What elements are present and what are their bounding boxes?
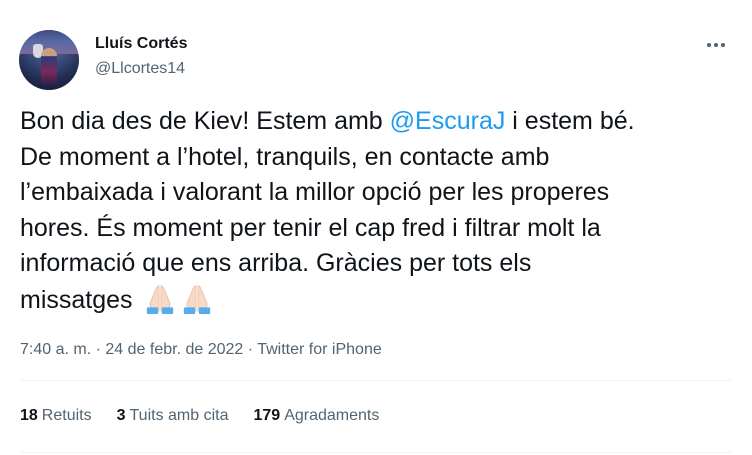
- mention-link[interactable]: @EscuraJ: [390, 107, 506, 135]
- author-name[interactable]: Lluís Cortés: [95, 35, 187, 53]
- tweet-line: hores. És moment per tenir el cap fred i…: [20, 213, 601, 242]
- retweets-label: Retuits: [41, 407, 92, 424]
- tweet-line: De moment a l’hotel, tranquils, en conta…: [20, 142, 550, 171]
- tweet-stats: 18 Retuits 3 Tuits amb cita 179 Agradaments: [20, 407, 404, 425]
- divider: [20, 452, 732, 453]
- quotes-count: 3: [116, 407, 126, 424]
- tweet-text-segment: Bon dia des de Kiev! Estem amb: [20, 107, 390, 135]
- likes-label: Agradaments: [284, 407, 380, 424]
- retweets-stat[interactable]: 18 Retuits: [20, 407, 92, 425]
- avatar-person: [41, 48, 57, 88]
- tweet-card: Lluís Cortés @Llcortes14 Bon dia des de …: [0, 0, 752, 455]
- meta-separator: ·: [247, 341, 254, 358]
- tweet-source[interactable]: Twitter for iPhone: [257, 341, 382, 358]
- meta-separator: ·: [95, 341, 101, 358]
- folded-hands-icon: [146, 284, 173, 314]
- likes-stat[interactable]: 179 Agradaments: [254, 407, 380, 425]
- tweet-line: l’embaixada i valorant la millor opció p…: [20, 178, 610, 206]
- tweet-line: informació que ens arriba. Gràcies per t…: [20, 249, 532, 277]
- tweet-text: Bon dia des de Kiev! Estem amb @EscuraJ …: [20, 104, 738, 317]
- author-handle[interactable]: @Llcortes14: [95, 60, 185, 78]
- divider: [20, 380, 732, 381]
- quotes-stat[interactable]: 3 Tuits amb cita: [117, 407, 229, 425]
- tweet-text-segment: i estem bé.: [505, 107, 635, 135]
- tweet-meta: 7:40 a. m. · 24 de febr. de 2022 · Twitt…: [20, 341, 382, 359]
- avatar[interactable]: [19, 30, 79, 90]
- likes-count: 179: [253, 407, 281, 424]
- tweet-text-segment: missatges: [20, 285, 133, 314]
- tweet-line: Bon dia des de Kiev! Estem amb @EscuraJ …: [20, 104, 738, 140]
- quotes-label: Tuits amb cita: [129, 407, 229, 424]
- more-options-icon[interactable]: [703, 32, 729, 58]
- retweets-count: 18: [20, 407, 38, 424]
- tweet-line-last: missatges: [20, 282, 738, 318]
- tweet-time[interactable]: 7:40 a. m.: [20, 341, 91, 358]
- folded-hands-icon: [183, 284, 210, 314]
- tweet-date[interactable]: 24 de febr. de 2022: [105, 341, 243, 358]
